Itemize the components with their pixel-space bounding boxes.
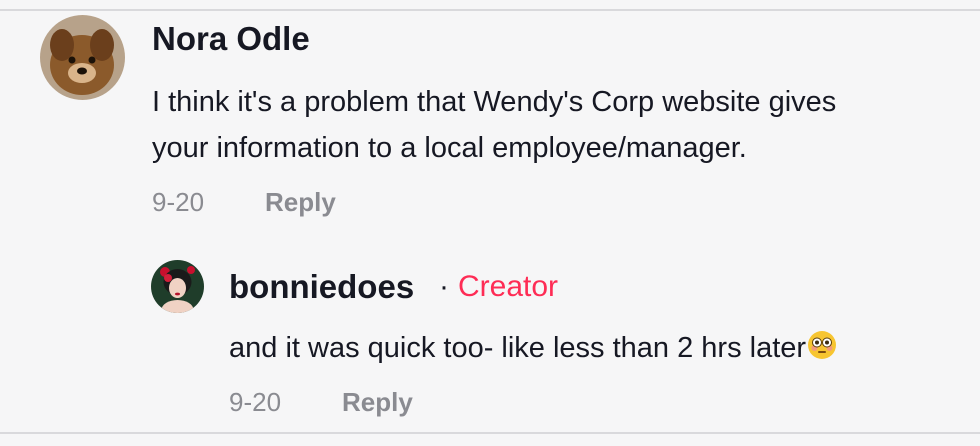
top-divider <box>0 9 980 11</box>
flushed-face-emoji-icon <box>807 328 837 374</box>
comment-username[interactable]: Nora Odle <box>152 20 310 58</box>
comment-text-line: your information to a local employee/man… <box>152 132 747 164</box>
reply-button[interactable]: Reply <box>265 187 336 218</box>
reply-username[interactable]: bonniedoes <box>229 268 414 306</box>
reply-avatar[interactable] <box>151 260 204 313</box>
separator-dot: · <box>439 270 449 303</box>
comment-text-line: I think it's a problem that Wendy's Corp… <box>152 86 837 118</box>
bottom-divider <box>0 432 980 434</box>
comment-date: 9-20 <box>152 187 205 217</box>
reply-reply-button[interactable]: Reply <box>342 387 413 418</box>
reply-text: and it was quick too- like less than 2 h… <box>229 325 837 374</box>
reply-date: 9-20 <box>229 387 282 417</box>
comment-thread: Nora Odle I think it's a problem that We… <box>0 0 980 446</box>
avatar[interactable] <box>40 15 125 100</box>
comment-text: I think it's a problem that Wendy's Corp… <box>152 79 836 171</box>
creator-badge: Creator <box>458 270 559 303</box>
reply-text-body: and it was quick too- like less than 2 h… <box>229 332 807 364</box>
